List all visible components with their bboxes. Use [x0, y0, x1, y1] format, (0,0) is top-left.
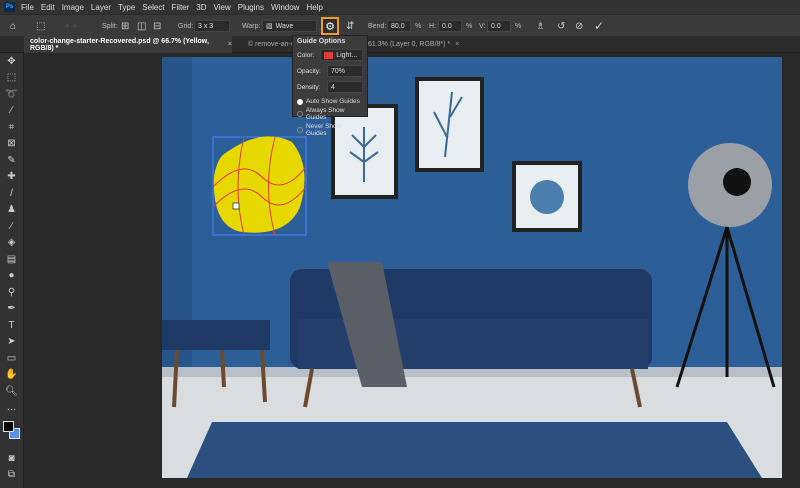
gradient-tool-icon[interactable]: ▤	[0, 251, 23, 268]
document-canvas[interactable]	[162, 57, 782, 478]
pen-tool-icon[interactable]: ✒	[0, 301, 23, 318]
puppet-warp-icon[interactable]: ♗	[536, 15, 545, 37]
radio-icon	[297, 127, 303, 133]
brush-tool-icon[interactable]: /	[0, 185, 23, 202]
history-brush-tool-icon[interactable]: ⁄	[0, 218, 23, 235]
document-tabs: color-change-starter-Recovered.psd @ 66.…	[0, 36, 800, 53]
disabled-icons: ▫ ▫	[66, 20, 76, 32]
eraser-tool-icon[interactable]: ◈	[0, 235, 23, 252]
eyedropper-tool-icon[interactable]: ✎	[0, 152, 23, 169]
screen-mode-icon[interactable]: ⧉	[0, 467, 23, 484]
grid-select[interactable]: 3 x 3	[194, 20, 230, 32]
h-input[interactable]: 0.0	[438, 20, 462, 32]
photoshop-logo: Ps	[4, 2, 15, 12]
v-input[interactable]: 0.0	[487, 20, 511, 32]
radio-label: Always Show Guides	[305, 107, 345, 121]
color-value: Light...	[336, 51, 358, 59]
home-icon[interactable]: ⌂	[10, 15, 16, 37]
split-horizontal-icon[interactable]: ⊟	[153, 15, 161, 37]
menu-filter[interactable]: Filter	[172, 3, 190, 12]
split-label: Split:	[102, 22, 118, 30]
menu-image[interactable]: Image	[62, 3, 84, 12]
tools-panel: ✥ ⬚ ➰ ⁄ ⌗ ⊠ ✎ ✚ / ♟ ⁄ ◈ ▤ ● ⚲ ✒ T ➤ ▭ ✋ …	[0, 53, 24, 488]
move-tool-icon[interactable]: ✥	[0, 53, 23, 70]
grid-value: 3 x 3	[198, 22, 214, 30]
menu-type[interactable]: Type	[118, 3, 135, 12]
bend-input[interactable]: 80.0	[387, 20, 411, 32]
opacity-select[interactable]: 70%	[327, 65, 363, 77]
opacity-label: Opacity:	[297, 67, 321, 75]
hand-tool-icon[interactable]: ✋	[0, 367, 23, 384]
bend-percent: %	[415, 22, 422, 30]
radio-checked-icon	[297, 98, 303, 105]
more-tools-icon[interactable]: …	[0, 400, 23, 417]
v-percent: %	[515, 22, 522, 30]
h-percent: %	[466, 22, 473, 30]
density-label: Density:	[297, 83, 321, 91]
color-swatch	[324, 51, 334, 59]
rectangle-tool-icon[interactable]: ▭	[0, 350, 23, 367]
h-label: H:	[429, 22, 436, 30]
bend-label: Bend:	[368, 22, 387, 30]
menu-file[interactable]: File	[21, 3, 34, 12]
guide-options-popup: Guide Options Color: Light... Opacity: 7…	[292, 35, 368, 137]
wave-icon: ▧	[266, 23, 273, 30]
radio-label: Never Show Guides	[305, 123, 342, 137]
lasso-tool-icon[interactable]: ➰	[0, 86, 23, 103]
radio-auto-show-guides[interactable]: Auto Show Guides	[297, 98, 363, 105]
warp-label: Warp:	[242, 22, 261, 30]
radio-always-show-guides[interactable]: Always Show Guides	[297, 107, 363, 121]
menu-3d[interactable]: 3D	[196, 3, 206, 12]
radio-icon	[297, 111, 303, 117]
quick-mask-icon[interactable]: ◙	[0, 450, 23, 467]
split-vertical-icon[interactable]: ◫	[137, 15, 146, 37]
foreground-color-swatch[interactable]	[3, 421, 14, 432]
options-bar: ⌂ ⬚ ▫ ▫ Split: ⊞ ◫ ⊟ Grid: 3 x 3 Warp: ▧…	[0, 14, 800, 36]
menu-plugins[interactable]: Plugins	[238, 3, 264, 12]
reset-icon[interactable]: ↺	[557, 15, 565, 37]
room-photo	[162, 57, 782, 478]
healing-brush-tool-icon[interactable]: ✚	[0, 169, 23, 186]
clone-stamp-tool-icon[interactable]: ♟	[0, 202, 23, 219]
radio-never-show-guides[interactable]: Never Show Guides	[297, 123, 363, 137]
color-swatches[interactable]	[0, 416, 23, 450]
tab-remove-object[interactable]: © remove-an-object-Recovered.jpg @ 61.3%…	[242, 36, 512, 53]
radio-label: Auto Show Guides	[306, 98, 360, 105]
color-label: Color:	[297, 51, 315, 59]
rug	[187, 422, 762, 478]
blur-tool-icon[interactable]: ●	[0, 268, 23, 285]
warp-orientation-icon[interactable]: ⇵	[346, 15, 354, 37]
type-tool-icon[interactable]: T	[0, 317, 23, 334]
menu-help[interactable]: Help	[306, 3, 322, 12]
frame-tool-icon[interactable]: ⊠	[0, 136, 23, 153]
menu-bar: Ps File Edit Image Layer Type Select Fil…	[0, 0, 800, 14]
menu-edit[interactable]: Edit	[41, 3, 55, 12]
cancel-icon[interactable]: ⊘	[575, 15, 583, 37]
split-cross-icon[interactable]: ⊞	[121, 15, 129, 37]
warp-value: Wave	[275, 22, 294, 30]
warp-select[interactable]: ▧ Wave	[262, 20, 317, 32]
guide-options-gear-icon[interactable]: ⚙	[321, 17, 339, 35]
marquee-tool-icon[interactable]: ⬚	[0, 70, 23, 87]
close-icon[interactable]: ×	[228, 41, 232, 48]
v-label: V:	[479, 22, 486, 30]
transform-icon[interactable]: ⬚	[36, 15, 45, 37]
menu-window[interactable]: Window	[271, 3, 299, 12]
zoom-tool-icon[interactable]: 🔍︎	[0, 383, 23, 400]
close-icon[interactable]: ×	[455, 41, 459, 48]
menu-view[interactable]: View	[214, 3, 231, 12]
crop-tool-icon[interactable]: ⌗	[0, 119, 23, 136]
density-select[interactable]: 4	[327, 81, 363, 93]
grid-label: Grid:	[178, 22, 194, 30]
tab-color-change[interactable]: color-change-starter-Recovered.psd @ 66.…	[24, 36, 232, 53]
tab-label: color-change-starter-Recovered.psd @ 66.…	[30, 37, 209, 52]
commit-check-icon[interactable]: ✓	[594, 15, 604, 37]
menu-layer[interactable]: Layer	[91, 3, 111, 12]
magic-wand-tool-icon[interactable]: ⁄	[0, 103, 23, 120]
guide-color-select[interactable]: Light...	[320, 49, 363, 61]
path-selection-tool-icon[interactable]: ➤	[0, 334, 23, 351]
menu-select[interactable]: Select	[142, 3, 164, 12]
dodge-tool-icon[interactable]: ⚲	[0, 284, 23, 301]
guide-options-title: Guide Options	[297, 38, 346, 45]
